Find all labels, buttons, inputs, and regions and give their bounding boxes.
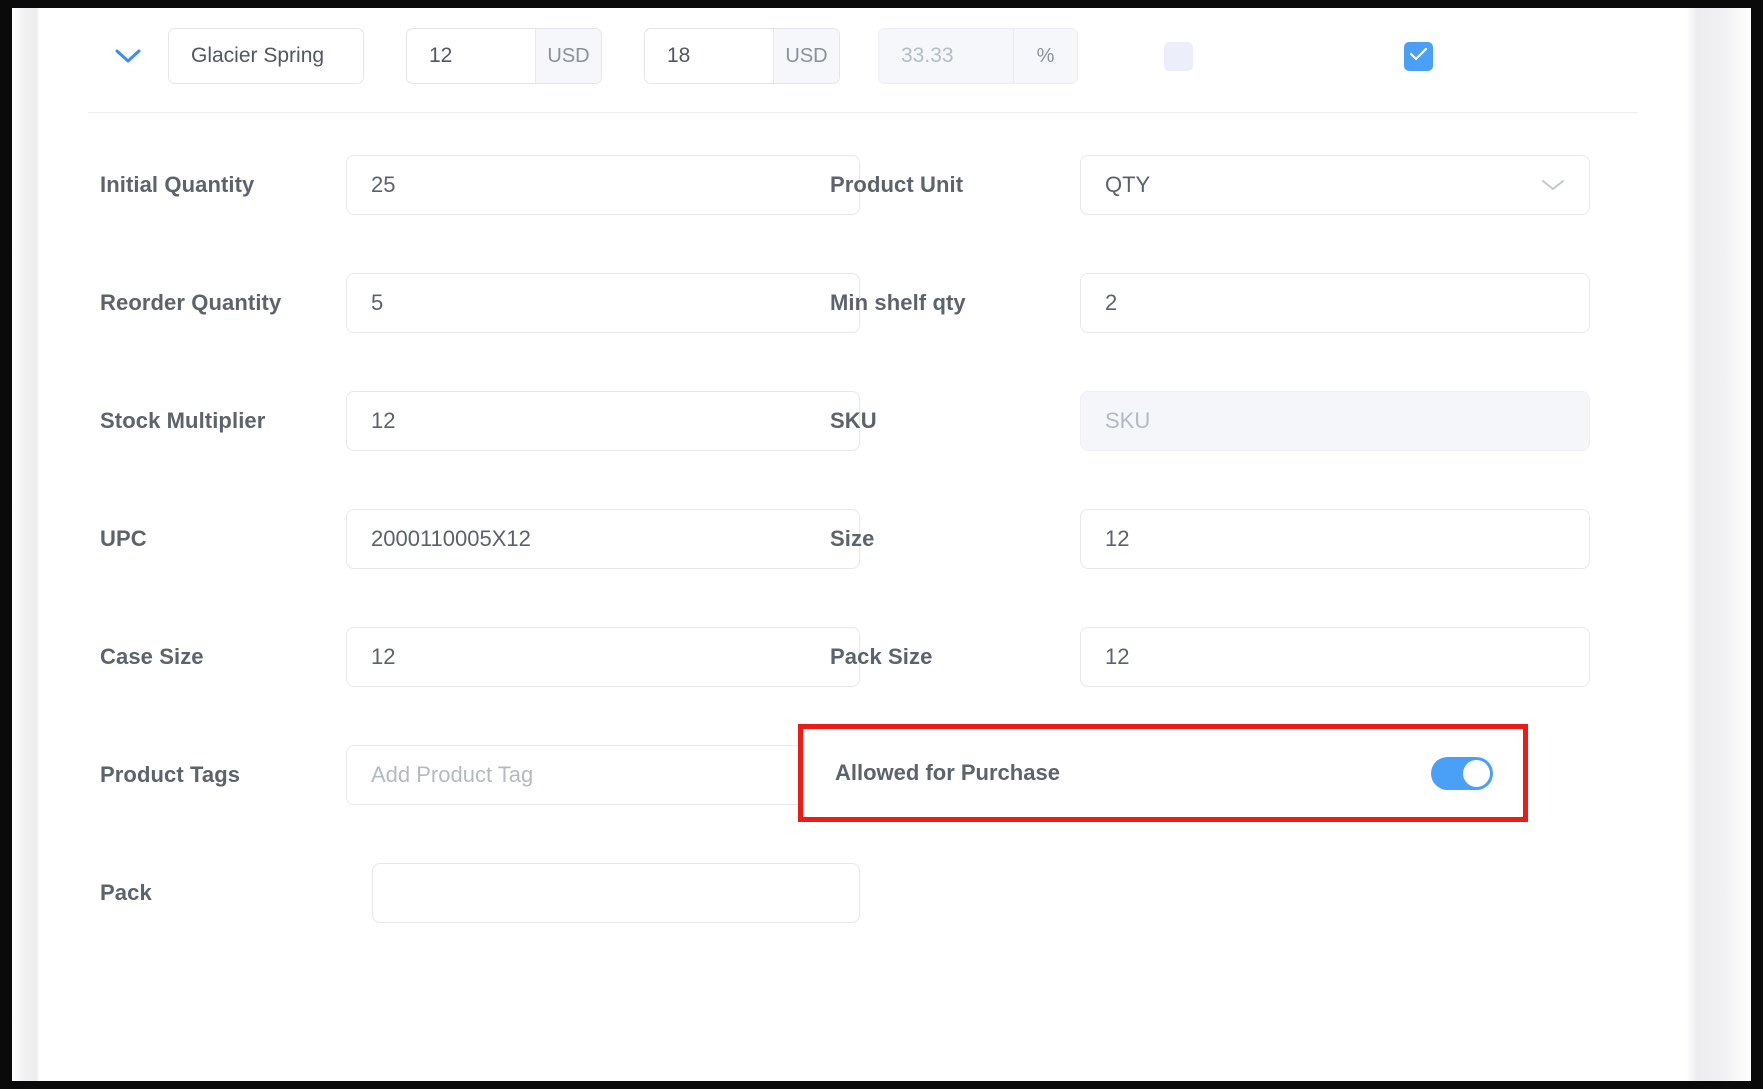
screenshot-frame: Glacier Spring 12 USD 18 USD 33.33 %: [0, 0, 1763, 1089]
variant-margin-input: 33.33 %: [878, 28, 1078, 84]
variant-margin-value: 33.33: [879, 29, 1013, 83]
field-size: Size 12: [830, 480, 1590, 598]
field-label: Pack: [100, 880, 372, 906]
field-value: 12: [371, 408, 395, 434]
chevron-down-icon: [1541, 178, 1565, 192]
allowed-for-purchase-label: Allowed for Purchase: [835, 760, 1060, 786]
product-variant-card: Glacier Spring 12 USD 18 USD 33.33 %: [40, 8, 1687, 1081]
size-input[interactable]: 12: [1080, 509, 1590, 569]
form-row: UPC 2000110005X12 Size 12: [40, 480, 1687, 598]
case-size-input[interactable]: 12: [346, 627, 860, 687]
form-row: Reorder Quantity 5 Min shelf qty 2: [40, 244, 1687, 362]
field-label: UPC: [100, 526, 346, 552]
field-label: SKU: [830, 408, 1080, 434]
variant-cost-value: 18: [645, 29, 773, 83]
field-stock-multiplier: Stock Multiplier 12: [100, 362, 860, 480]
variant-price-value: 12: [407, 29, 535, 83]
min-shelf-qty-input[interactable]: 2: [1080, 273, 1590, 333]
field-value: QTY: [1105, 172, 1150, 198]
product-unit-select[interactable]: QTY: [1080, 155, 1590, 215]
field-case-size: Case Size 12: [100, 598, 860, 716]
variant-name-value: Glacier Spring: [169, 29, 346, 83]
page-surface: Glacier Spring 12 USD 18 USD 33.33 %: [12, 8, 1751, 1081]
field-placeholder: SKU: [1105, 408, 1150, 434]
initial-quantity-input[interactable]: 25: [346, 155, 860, 215]
field-label: Pack Size: [830, 644, 1080, 670]
field-product-unit: Product Unit QTY: [830, 126, 1590, 244]
reorder-quantity-input[interactable]: 5: [346, 273, 860, 333]
variant-row: Glacier Spring 12 USD 18 USD 33.33 %: [40, 8, 1687, 104]
product-tags-select[interactable]: Add Product Tag: [346, 745, 860, 805]
stock-multiplier-input[interactable]: 12: [346, 391, 860, 451]
form-row: Case Size 12 Pack Size 12: [40, 598, 1687, 716]
field-value: 2: [1105, 290, 1117, 316]
variant-margin-percent-symbol: %: [1013, 29, 1077, 83]
variant-checkbox-first-cell[interactable]: [1118, 42, 1238, 71]
field-sku: SKU SKU: [830, 362, 1590, 480]
allowed-for-purchase-highlight: Allowed for Purchase: [798, 724, 1528, 822]
allowed-for-purchase-toggle[interactable]: [1431, 757, 1493, 790]
field-placeholder: Add Product Tag: [371, 762, 533, 788]
chevron-down-icon: [115, 48, 141, 64]
field-value: 25: [371, 172, 395, 198]
field-upc: UPC 2000110005X12: [100, 480, 860, 598]
variant-checkbox-second-cell[interactable]: [1358, 42, 1478, 71]
field-label: Reorder Quantity: [100, 290, 346, 316]
field-product-tags: Product Tags Add Product Tag: [100, 716, 860, 834]
variant-checkbox-unchecked[interactable]: [1164, 42, 1193, 71]
field-initial-quantity: Initial Quantity 25: [100, 126, 860, 244]
variant-cost-currency: USD: [773, 29, 839, 83]
field-label: Stock Multiplier: [100, 408, 346, 434]
variant-cost-input[interactable]: 18 USD: [644, 28, 840, 84]
form-row: Pack: [40, 834, 1687, 952]
variant-name-input[interactable]: Glacier Spring: [168, 28, 364, 84]
field-value: 12: [1105, 644, 1129, 670]
section-divider: [88, 112, 1638, 113]
field-label: Product Tags: [100, 762, 346, 788]
field-min-shelf-qty: Min shelf qty 2: [830, 244, 1590, 362]
sku-input[interactable]: SKU: [1080, 391, 1590, 451]
form-row: Stock Multiplier 12 SKU SKU: [40, 362, 1687, 480]
field-value: 5: [371, 290, 383, 316]
upc-input[interactable]: 2000110005X12: [346, 509, 860, 569]
field-pack-size: Pack Size 12: [830, 598, 1590, 716]
field-pack: Pack: [100, 834, 860, 952]
field-value: 2000110005X12: [371, 526, 531, 552]
field-label: Min shelf qty: [830, 290, 1080, 316]
check-icon: [1409, 47, 1428, 66]
variant-details-form: Initial Quantity 25 Product Unit QTY: [40, 126, 1687, 952]
field-label: Initial Quantity: [100, 172, 346, 198]
form-row: Initial Quantity 25 Product Unit QTY: [40, 126, 1687, 244]
pack-input[interactable]: [372, 863, 860, 923]
field-value: 12: [371, 644, 395, 670]
field-value: 12: [1105, 526, 1129, 552]
right-gutter: [1687, 8, 1751, 1081]
variant-checkbox-checked[interactable]: [1404, 42, 1433, 71]
pack-size-input[interactable]: 12: [1080, 627, 1590, 687]
field-label: Case Size: [100, 644, 346, 670]
toggle-knob: [1463, 760, 1490, 787]
variant-price-currency: USD: [535, 29, 601, 83]
field-label: Product Unit: [830, 172, 1080, 198]
field-label: Size: [830, 526, 1080, 552]
field-reorder-quantity: Reorder Quantity 5: [100, 244, 860, 362]
variant-collapse-button[interactable]: [102, 48, 154, 64]
left-gutter: [12, 8, 40, 1081]
variant-price-input[interactable]: 12 USD: [406, 28, 602, 84]
